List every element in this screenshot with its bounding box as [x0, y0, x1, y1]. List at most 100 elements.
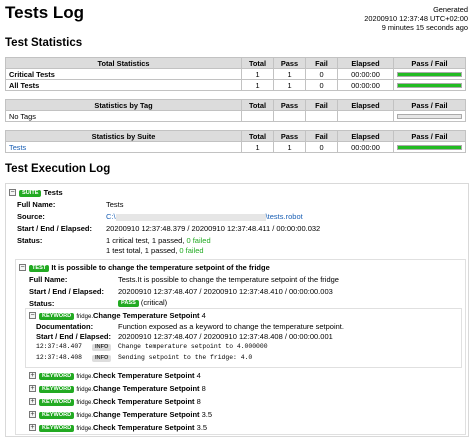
- column-header[interactable]: Total Statistics: [5, 57, 242, 69]
- keyword-library: fridge.: [76, 374, 93, 380]
- keyword-arg: 3.5: [201, 410, 213, 419]
- test-status-value: PASS (critical): [118, 298, 167, 307]
- column-header[interactable]: Total: [241, 130, 274, 142]
- no-tags-text: No Tags: [5, 110, 242, 122]
- test-header[interactable]: TEST It is possible to change the temper…: [29, 263, 270, 272]
- keyword-row[interactable]: KEYWORD fridge.Check Temperature Setpoin…: [39, 423, 207, 432]
- column-header[interactable]: Elapsed: [337, 57, 394, 69]
- keyword-row[interactable]: KEYWORD fridge.Change Temperature Setpoi…: [39, 384, 206, 393]
- stat-name: All Tests: [5, 79, 242, 91]
- source-link[interactable]: C:\ \tests.robot: [106, 212, 303, 221]
- generated-label: Generated: [433, 5, 468, 14]
- pass-fail-cell: [393, 141, 466, 153]
- column-header[interactable]: Pass: [273, 130, 306, 142]
- test-times-value: 20200910 12:37:48.407 / 20200910 12:37:4…: [118, 287, 333, 296]
- pass-fail-cell: [393, 68, 466, 80]
- suite-label: SUITE: [19, 189, 42, 197]
- keyword-label: KEYWORD: [39, 312, 75, 320]
- keyword-collapse-toggle[interactable]: −: [29, 312, 36, 319]
- pass-bar-fill: [398, 83, 461, 87]
- column-header[interactable]: Pass: [273, 99, 306, 111]
- table-row: No Tags: [5, 110, 466, 122]
- column-header[interactable]: Fail: [305, 57, 338, 69]
- message-time: 12:37:48.407: [36, 343, 83, 350]
- keyword-name: Change Temperature Setpoint: [93, 384, 200, 393]
- keyword-expand-toggle[interactable]: +: [29, 385, 36, 392]
- suite-header[interactable]: SUITE Tests: [19, 188, 63, 197]
- pass-fail-cell: [393, 79, 466, 91]
- source-prefix: C:\: [106, 212, 116, 221]
- source-key: Source:: [17, 212, 45, 221]
- keyword-expand-toggle[interactable]: +: [29, 424, 36, 431]
- suite-name: Tests: [43, 188, 63, 197]
- stat-total: 1: [241, 68, 274, 80]
- stat-name: Critical Tests: [5, 68, 242, 80]
- keyword-expand-toggle[interactable]: +: [29, 411, 36, 418]
- keyword-label: KEYWORD: [39, 424, 75, 432]
- tag-statistics-table: Statistics by Tag Total Pass Fail Elapse…: [5, 99, 466, 122]
- keyword-name: Check Temperature Setpoint: [93, 371, 195, 380]
- stat-total: 1: [241, 141, 274, 153]
- column-header[interactable]: Total: [241, 99, 274, 111]
- suite-link[interactable]: Tests: [5, 141, 242, 153]
- test-full-name-value: Tests.It is possible to change the tempe…: [118, 275, 339, 284]
- table-header-row: Statistics by Suite Total Pass Fail Elap…: [5, 130, 466, 142]
- keyword-library: fridge.: [76, 426, 93, 432]
- keyword-library: fridge.: [76, 314, 93, 320]
- keyword-arg: 4: [201, 311, 206, 320]
- keyword-arg: 4: [196, 371, 201, 380]
- message-level: INFO: [92, 342, 112, 351]
- stat-fail: 0: [305, 68, 338, 80]
- keyword-name: Change Temperature Setpoint: [93, 311, 200, 320]
- column-header[interactable]: Pass / Fail: [393, 130, 466, 142]
- table-row: Tests 1 1 0 00:00:00: [5, 141, 466, 153]
- keyword-row[interactable]: KEYWORD fridge.Check Temperature Setpoin…: [39, 397, 201, 406]
- suite-collapse-toggle[interactable]: −: [9, 189, 16, 196]
- pass-bar-fill: [398, 72, 461, 76]
- column-header[interactable]: Pass / Fail: [393, 57, 466, 69]
- message-level: INFO: [92, 353, 112, 362]
- times-key: Start / End / Elapsed:: [17, 224, 93, 233]
- column-header[interactable]: Total: [241, 57, 274, 69]
- status-failed: 0 failed: [186, 236, 211, 245]
- pass-bar-fill: [398, 145, 461, 149]
- keyword-label: KEYWORD: [39, 372, 75, 380]
- column-header[interactable]: Pass / Fail: [393, 99, 466, 111]
- test-collapse-toggle[interactable]: −: [19, 264, 26, 271]
- test-name: It is possible to change the temperature…: [51, 263, 270, 272]
- column-header[interactable]: Elapsed: [337, 99, 394, 111]
- keyword-header[interactable]: KEYWORD fridge.Change Temperature Setpoi…: [39, 311, 206, 320]
- kw-times-key: Start / End / Elapsed:: [36, 332, 112, 341]
- table-header-row: Statistics by Tag Total Pass Fail Elapse…: [5, 99, 466, 111]
- keyword-expand-toggle[interactable]: +: [29, 398, 36, 405]
- keyword-label: KEYWORD: [39, 411, 75, 419]
- column-header[interactable]: Fail: [305, 130, 338, 142]
- column-header[interactable]: Elapsed: [337, 130, 394, 142]
- generated-ago: 9 minutes 15 seconds ago: [381, 23, 468, 32]
- kw-times-value: 20200910 12:37:48.407 / 20200910 12:37:4…: [118, 332, 333, 341]
- column-header[interactable]: Fail: [305, 99, 338, 111]
- keyword-arg: 8: [201, 384, 206, 393]
- full-name-key: Full Name:: [17, 200, 56, 209]
- test-label: TEST: [29, 264, 50, 272]
- keyword-label: KEYWORD: [39, 385, 75, 393]
- keyword-library: fridge.: [76, 400, 93, 406]
- status-text: 1 critical test, 1 passed,: [106, 236, 187, 245]
- keyword-library: fridge.: [76, 413, 93, 419]
- column-header[interactable]: Statistics by Tag: [5, 99, 242, 111]
- test-full-name-key: Full Name:: [29, 275, 68, 284]
- info-badge: INFO: [92, 343, 112, 351]
- status-line-2: 1 test total, 1 passed, 0 failed: [106, 246, 204, 255]
- keyword-row[interactable]: KEYWORD fridge.Change Temperature Setpoi…: [39, 410, 212, 419]
- times-value: 20200910 12:37:48.379 / 20200910 12:37:4…: [106, 224, 321, 233]
- suite-statistics-table: Statistics by Suite Total Pass Fail Elap…: [5, 130, 466, 153]
- status-line-1: 1 critical test, 1 passed, 0 failed: [106, 236, 211, 245]
- pass-fail-cell: [393, 110, 466, 122]
- execution-log-heading: Test Execution Log: [5, 163, 111, 175]
- keyword-row[interactable]: KEYWORD fridge.Check Temperature Setpoin…: [39, 371, 201, 380]
- keyword-expand-toggle[interactable]: +: [29, 372, 36, 379]
- column-header[interactable]: Pass: [273, 57, 306, 69]
- stat-elapsed: 00:00:00: [337, 68, 394, 80]
- column-header[interactable]: Statistics by Suite: [5, 130, 242, 142]
- stat-fail: 0: [305, 141, 338, 153]
